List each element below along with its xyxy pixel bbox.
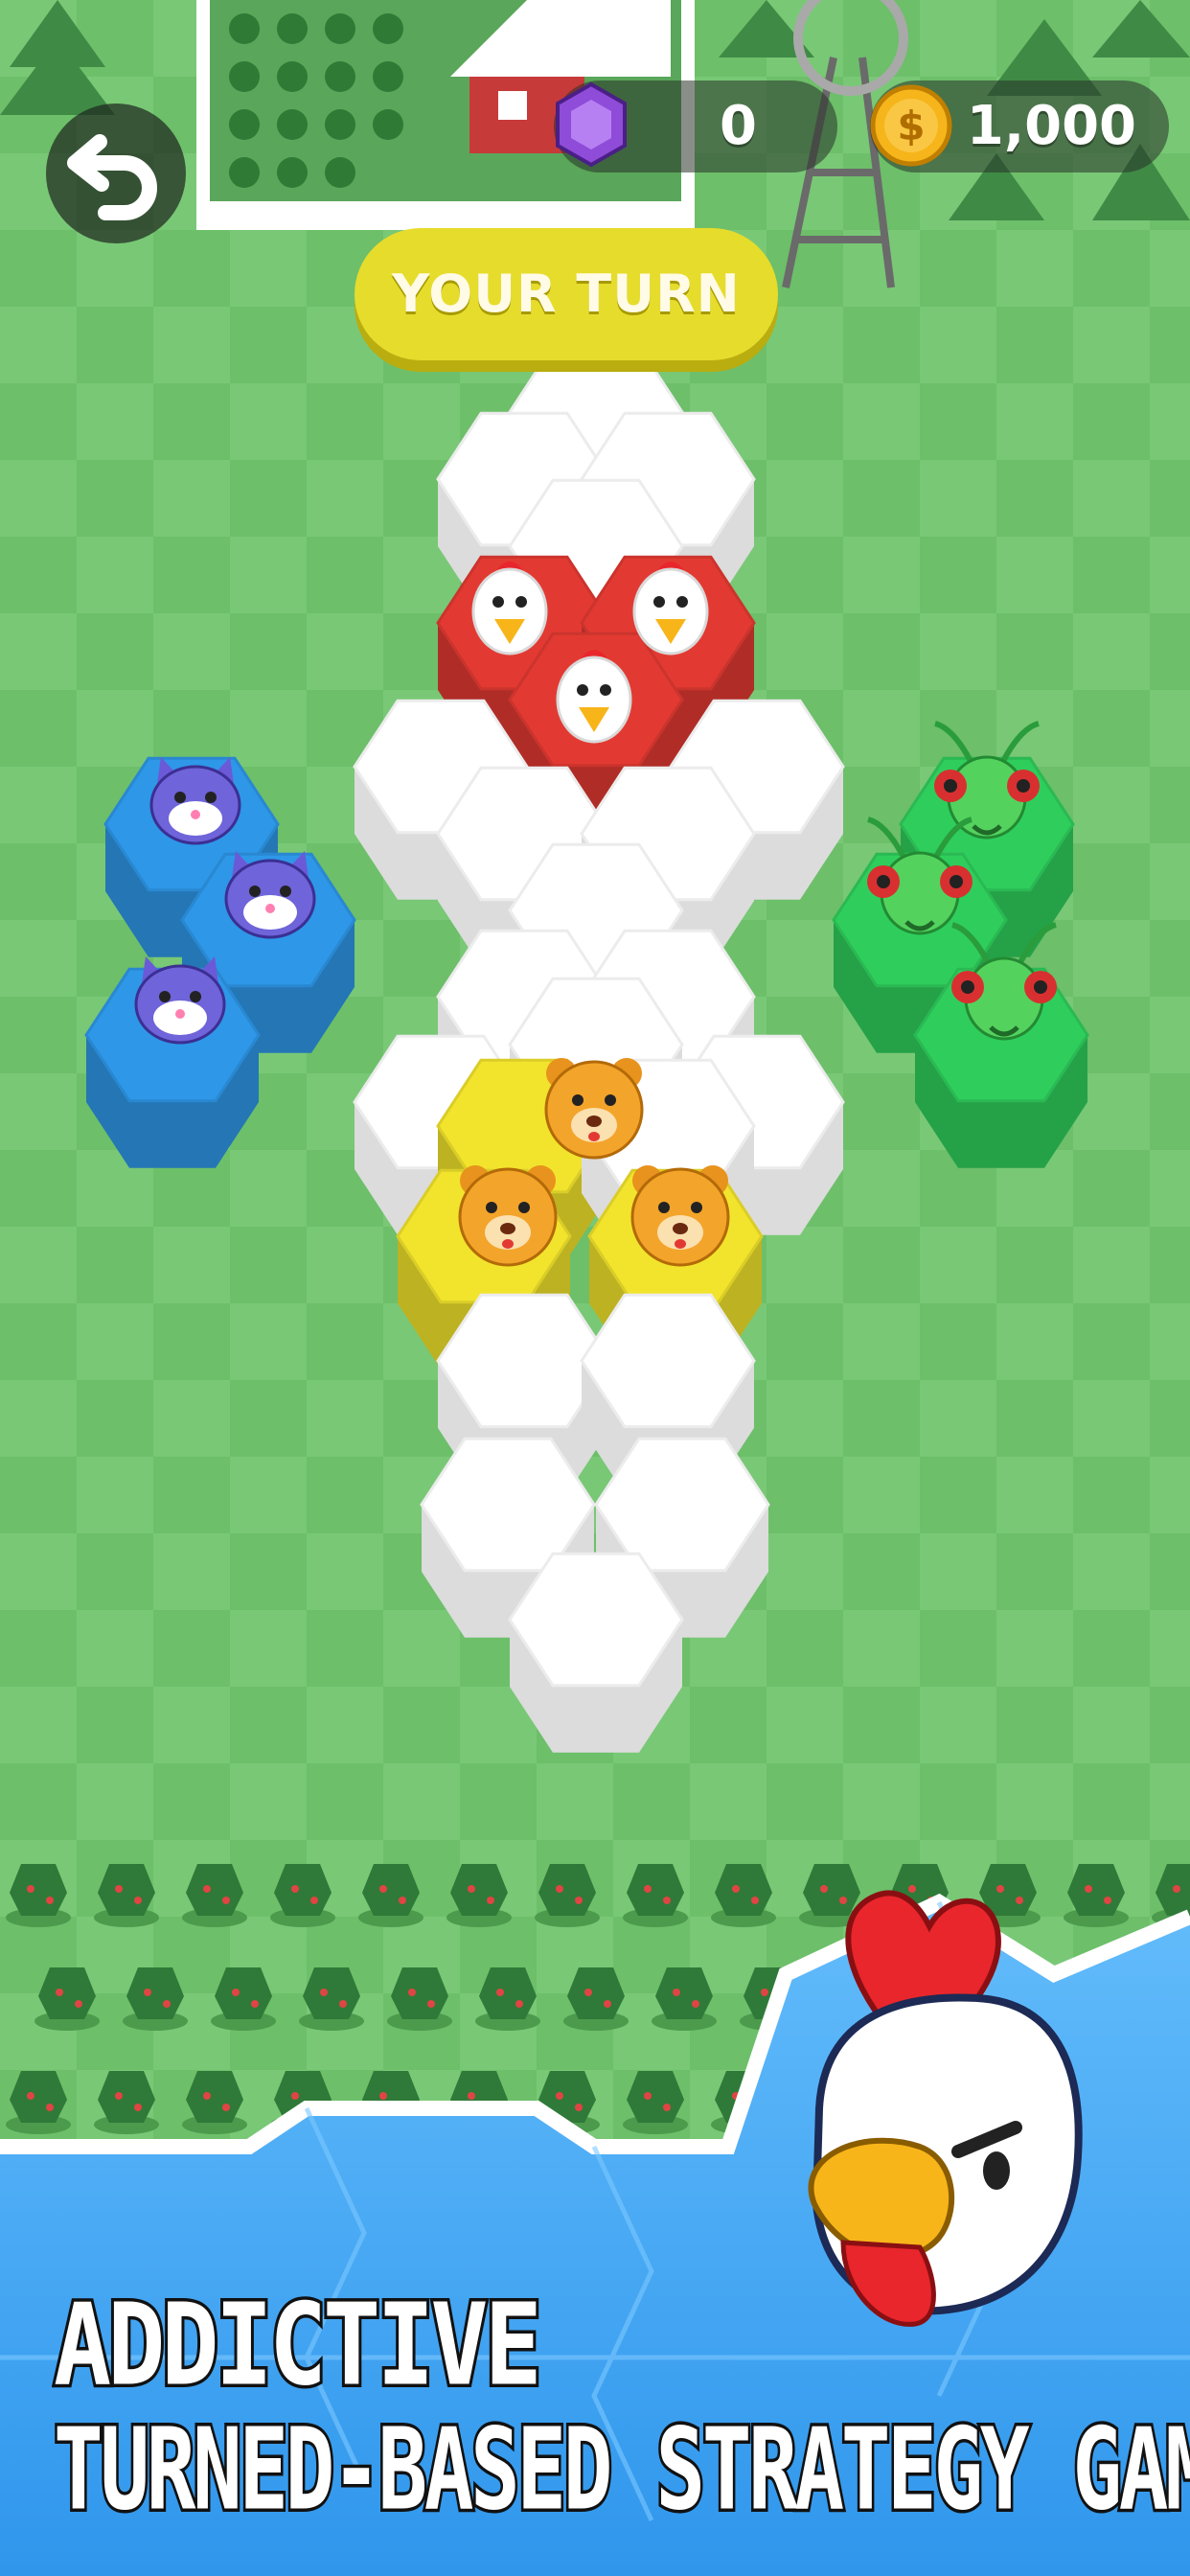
promo-headline-line2: TURNED-BASED STRATEGY GAME: [51, 2400, 1190, 2539]
svg-text:$: $: [897, 103, 925, 150]
cat-piece[interactable]: [149, 757, 241, 845]
cat-piece[interactable]: [224, 851, 316, 939]
game-screen: 0 $ 1,000 YOUR TURN ADDICTIVE TURNED-BAS…: [0, 0, 1190, 2576]
hex-tile[interactable]: [508, 1552, 684, 1753]
undo-icon: [67, 134, 157, 220]
gem-icon: [556, 81, 627, 168]
bear-piece[interactable]: [544, 1058, 644, 1160]
cat-piece[interactable]: [134, 956, 226, 1045]
turn-banner: YOUR TURN: [355, 228, 778, 360]
turn-status-text: YOUR TURN: [392, 264, 741, 324]
coin-icon: $: [870, 84, 952, 167]
bear-piece[interactable]: [630, 1165, 730, 1267]
gems-count: 0: [720, 95, 757, 157]
coins-count: 1,000: [966, 95, 1136, 157]
game-board-scene: [0, 0, 1190, 2576]
undo-button[interactable]: [46, 104, 186, 243]
bear-piece[interactable]: [458, 1165, 558, 1267]
promo-headline-line1: ADDICTIVE: [51, 2275, 545, 2414]
